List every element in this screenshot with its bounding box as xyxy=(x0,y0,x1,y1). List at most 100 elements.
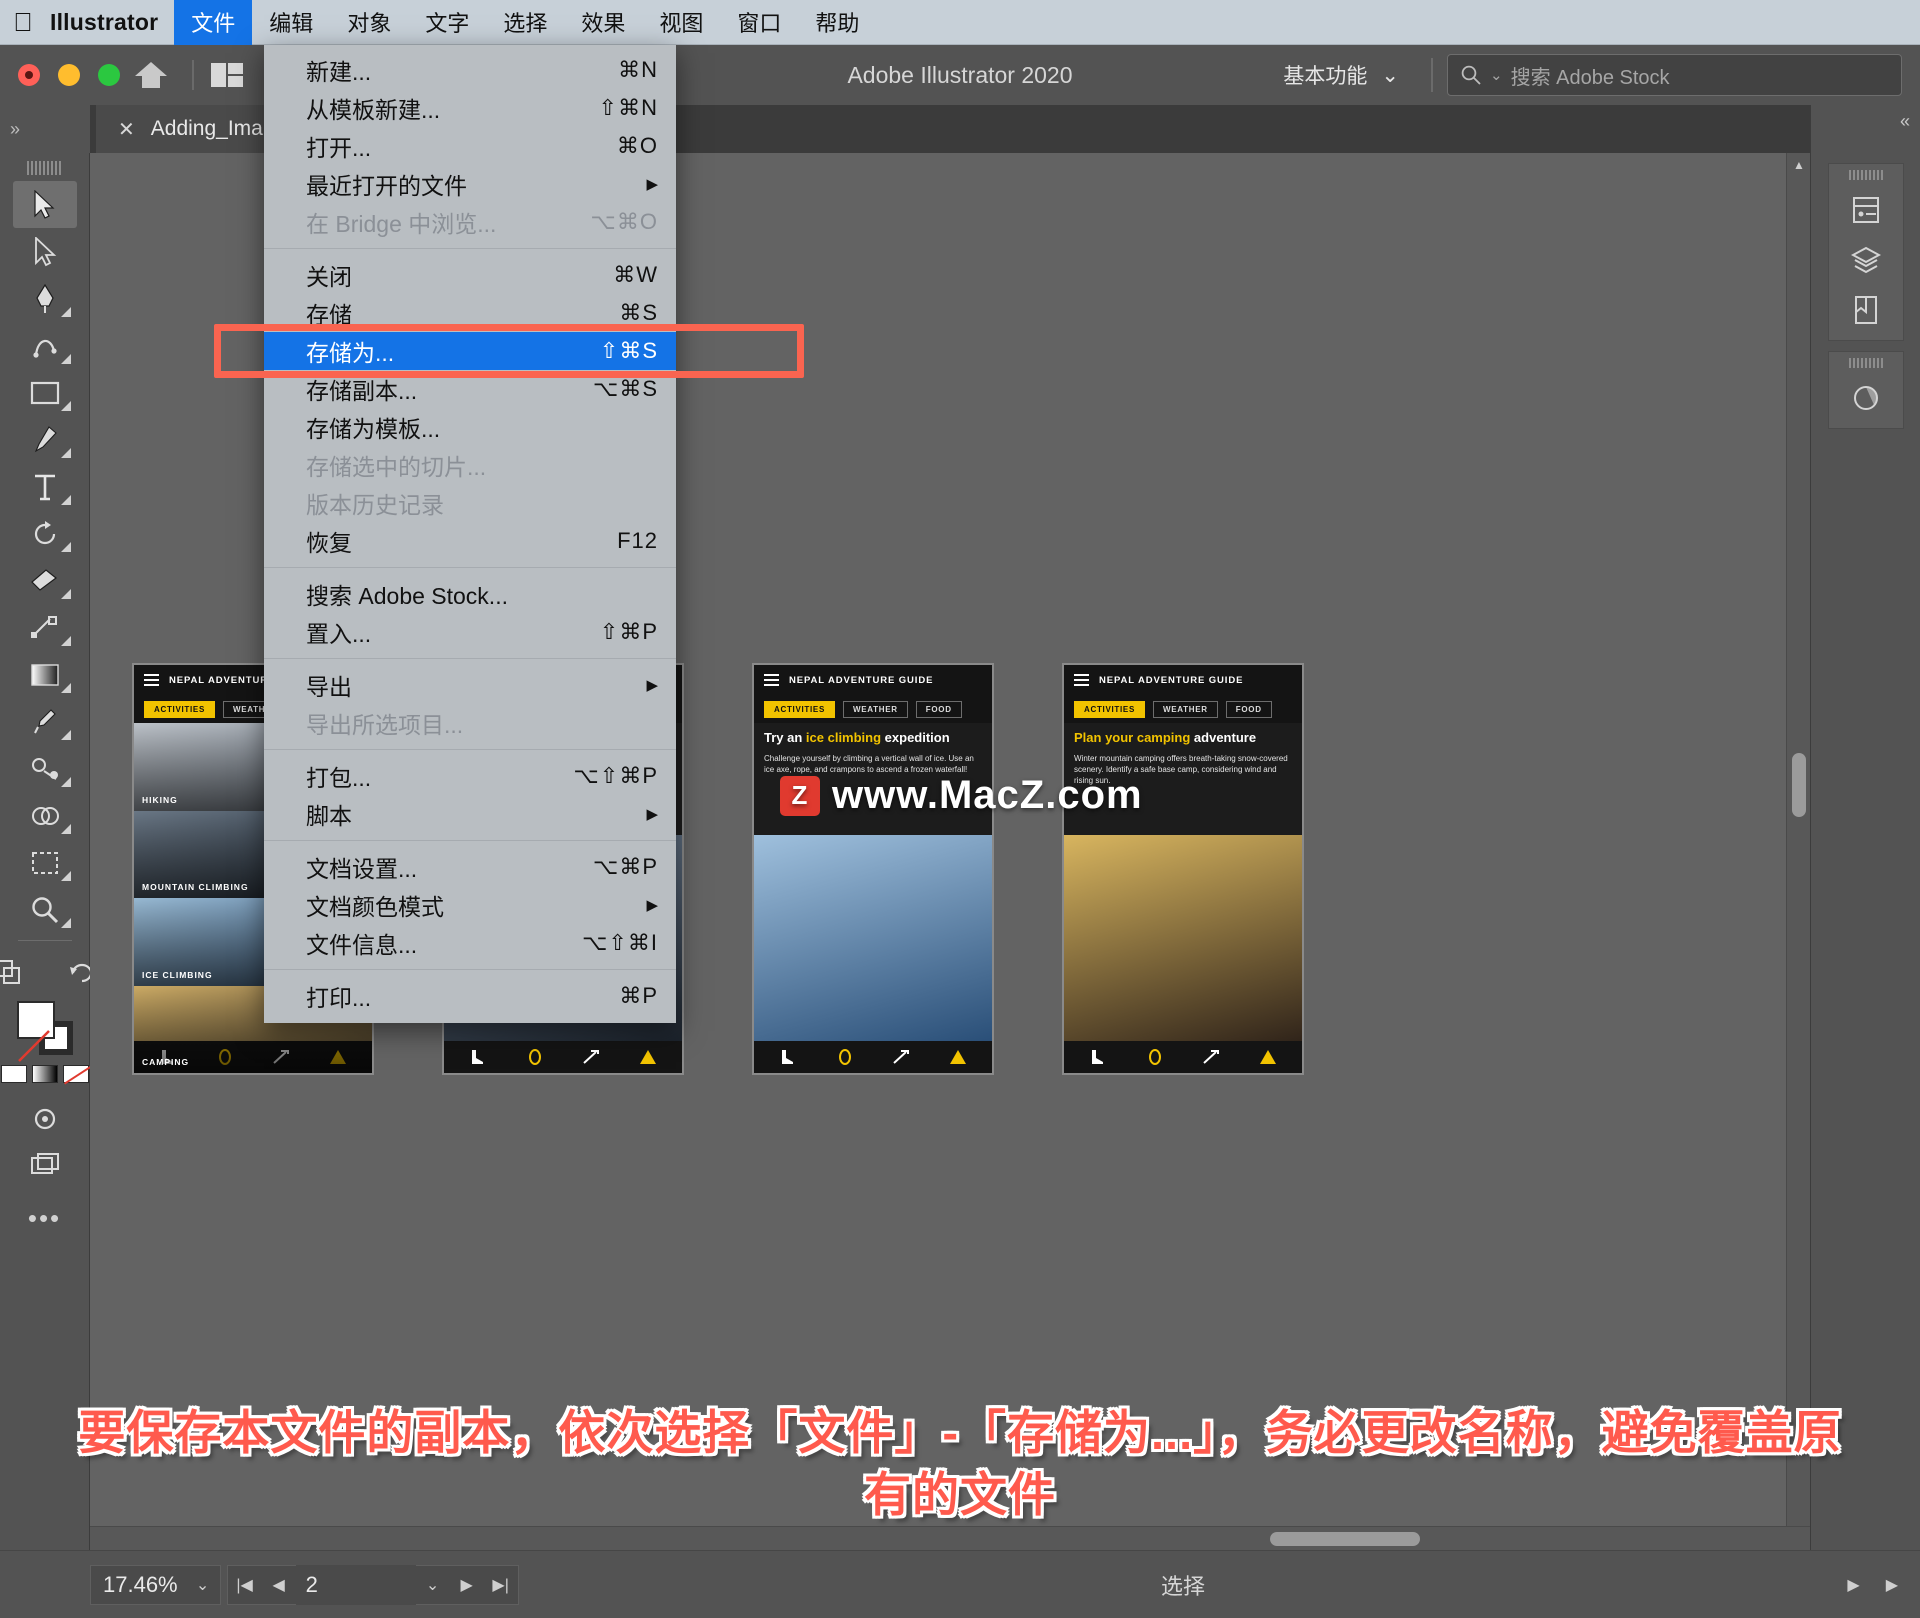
phone-bottom-nav[interactable] xyxy=(444,1041,682,1073)
fill-and-stroke[interactable] xyxy=(13,999,77,1062)
workspace-switcher[interactable]: 基本功能 ⌄ xyxy=(1265,60,1417,90)
menu-item-5-0[interactable]: 文档设置... ⌥⌘P xyxy=(264,848,676,886)
blend-tool[interactable] xyxy=(13,745,77,792)
previous-artboard-button[interactable]: ◀ xyxy=(262,1565,296,1605)
menu-item-4-1[interactable]: 脚本 ▶ xyxy=(264,795,676,833)
menu-item-1-2[interactable]: 存储为... ⇧⌘S xyxy=(264,332,676,370)
menubar-app-name[interactable]: Illustrator xyxy=(46,9,174,36)
status-play-icon-2[interactable]: ▶ xyxy=(1886,1575,1898,1595)
rotate-tool[interactable] xyxy=(13,510,77,557)
search-dropdown-chevron[interactable]: ⌄ xyxy=(1490,66,1503,84)
curvature-tool[interactable] xyxy=(13,322,77,369)
gradient-fill-icon[interactable] xyxy=(31,1065,58,1083)
first-artboard-button[interactable]: |◀ xyxy=(228,1565,262,1605)
menu-item-5-1[interactable]: 文档颜色模式 ▶ xyxy=(264,886,676,924)
vertical-scroll-thumb[interactable] xyxy=(1792,753,1806,817)
color-guide-icon[interactable] xyxy=(1837,374,1895,422)
color-fill-icon[interactable] xyxy=(0,1065,27,1083)
artboard-chevron-icon[interactable]: ⌄ xyxy=(416,1565,450,1605)
menubar-item-4[interactable]: 选择 xyxy=(486,0,564,45)
rectangle-tool[interactable] xyxy=(13,369,77,416)
edit-toolbar-icon[interactable]: ••• xyxy=(28,1203,61,1234)
close-window-button[interactable] xyxy=(18,64,40,86)
eyedropper-tool[interactable] xyxy=(13,698,77,745)
menu-item-1-0[interactable]: 关闭 ⌘W xyxy=(264,256,676,294)
menu-item-1-1[interactable]: 存储 ⌘S xyxy=(264,294,676,332)
hamburger-menu-icon[interactable] xyxy=(1074,674,1089,686)
last-artboard-button[interactable]: ▶| xyxy=(484,1565,518,1605)
zoom-chevron-icon[interactable]: ⌄ xyxy=(186,1565,220,1605)
artboard-2[interactable]: NEPAL ADVENTURE GUIDE ACTIVITIES WEATHER F… xyxy=(752,663,994,1075)
phone-tab-0[interactable]: ACTIVITIES xyxy=(1074,700,1146,718)
status-play-icon[interactable]: ▶ xyxy=(1847,1575,1859,1595)
search-input[interactable]: 搜索 Adobe Stock xyxy=(1511,61,1670,90)
menu-item-0-2[interactable]: 打开... ⌘O xyxy=(264,127,676,165)
menu-item-1-7[interactable]: 恢复 F12 xyxy=(264,522,676,560)
panel-group-grip[interactable] xyxy=(1848,170,1883,180)
menu-item-1-4[interactable]: 存储为模板... xyxy=(264,408,676,446)
menu-item-0-0[interactable]: 新建... ⌘N xyxy=(264,51,676,89)
layers-icon[interactable] xyxy=(1837,236,1895,284)
menu-item-1-3[interactable]: 存储副本... ⌥⌘S xyxy=(264,370,676,408)
artboard-number-input[interactable]: 2 xyxy=(295,1564,416,1605)
zoom-tool[interactable] xyxy=(13,886,77,933)
phone-bottom-nav[interactable] xyxy=(754,1041,992,1073)
phone-tab-1[interactable]: WEATHER xyxy=(1153,700,1218,718)
vertical-scrollbar[interactable]: ▲ ▼ xyxy=(1786,153,1810,1550)
menubar-item-5[interactable]: 效果 xyxy=(564,0,642,45)
hamburger-menu-icon[interactable] xyxy=(764,674,779,686)
next-artboard-button[interactable]: ▶ xyxy=(450,1565,484,1605)
paintbrush-tool[interactable] xyxy=(13,416,77,463)
menu-item-5-2[interactable]: 文件信息... ⌥⇧⌘I xyxy=(264,924,676,962)
shape-builder-tool[interactable] xyxy=(13,792,77,839)
phone-tab-2[interactable]: FOOD xyxy=(915,700,962,718)
artboard-tool[interactable] xyxy=(13,839,77,886)
properties-icon[interactable] xyxy=(1837,186,1895,234)
toolbar-expand-area[interactable]: » xyxy=(0,105,90,153)
menubar-item-3[interactable]: 文字 xyxy=(408,0,486,45)
menu-item-2-1[interactable]: 置入... ⇧⌘P xyxy=(264,613,676,651)
hamburger-menu-icon[interactable] xyxy=(144,674,159,686)
eraser-tool[interactable] xyxy=(13,557,77,604)
minimize-window-button[interactable] xyxy=(58,64,80,86)
arrange-documents-icon[interactable] xyxy=(204,62,250,88)
maximize-window-button[interactable] xyxy=(98,64,120,86)
artboard-navigation[interactable]: |◀ ◀ 2 ⌄ ▶ ▶| xyxy=(226,1564,519,1605)
type-tool[interactable] xyxy=(13,463,77,510)
phone-tab-0[interactable]: ACTIVITIES xyxy=(764,700,836,718)
scale-tool[interactable] xyxy=(13,604,77,651)
apple-logo-icon[interactable]:  xyxy=(0,9,46,35)
menubar-item-7[interactable]: 窗口 xyxy=(720,0,798,45)
gradient-tool[interactable] xyxy=(13,651,77,698)
file-menu-dropdown[interactable]: 新建... ⌘N 从模板新建... ⇧⌘N 打开... ⌘O 最近打开的文件 ▶ 在 Bridg… xyxy=(214,45,804,1023)
selection-tool[interactable] xyxy=(12,181,77,228)
menu-item-3-0[interactable]: 导出 ▶ xyxy=(264,666,676,704)
zoom-value[interactable]: 17.46% xyxy=(91,1572,186,1598)
menubar-item-8[interactable]: 帮助 xyxy=(798,0,876,45)
menubar-item-2[interactable]: 对象 xyxy=(330,0,408,45)
scroll-up-icon[interactable]: ▲ xyxy=(1787,153,1810,177)
zoom-control[interactable]: 17.46% ⌄ xyxy=(90,1564,221,1605)
dock-collapse-icon[interactable]: « xyxy=(1811,105,1920,153)
menubar-item-6[interactable]: 视图 xyxy=(642,0,720,45)
panel-group-grip-2[interactable] xyxy=(1848,358,1883,368)
menu-item-2-0[interactable]: 搜索 Adobe Stock... xyxy=(264,575,676,613)
none-fill-icon[interactable] xyxy=(62,1065,89,1083)
menu-item-0-1[interactable]: 从模板新建... ⇧⌘N xyxy=(264,89,676,127)
screen-mode-icon[interactable] xyxy=(13,1095,77,1142)
menu-item-6-0[interactable]: 打印... ⌘P xyxy=(264,977,676,1015)
phone-bottom-nav[interactable] xyxy=(1064,1041,1302,1073)
menu-item-4-0[interactable]: 打包... ⌥⇧⌘P xyxy=(264,757,676,795)
menubar-item-0[interactable]: 文件 xyxy=(174,0,253,45)
artboard-3[interactable]: NEPAL ADVENTURE GUIDE ACTIVITIES WEATHER F… xyxy=(1062,663,1304,1075)
presentation-mode-icon[interactable] xyxy=(13,1142,77,1189)
close-icon[interactable]: ✕ xyxy=(118,117,135,142)
menu-item-0-3[interactable]: 最近打开的文件 ▶ xyxy=(264,165,676,203)
pen-tool[interactable] xyxy=(13,275,77,322)
libraries-icon[interactable] xyxy=(1837,286,1895,334)
phone-tab-1[interactable]: WEATHER xyxy=(843,700,908,718)
home-icon[interactable] xyxy=(120,60,182,90)
phone-tab-2[interactable]: FOOD xyxy=(1225,700,1272,718)
horizontal-scroll-thumb[interactable] xyxy=(1270,1532,1420,1546)
expand-toolbar-icon[interactable]: » xyxy=(10,119,20,140)
